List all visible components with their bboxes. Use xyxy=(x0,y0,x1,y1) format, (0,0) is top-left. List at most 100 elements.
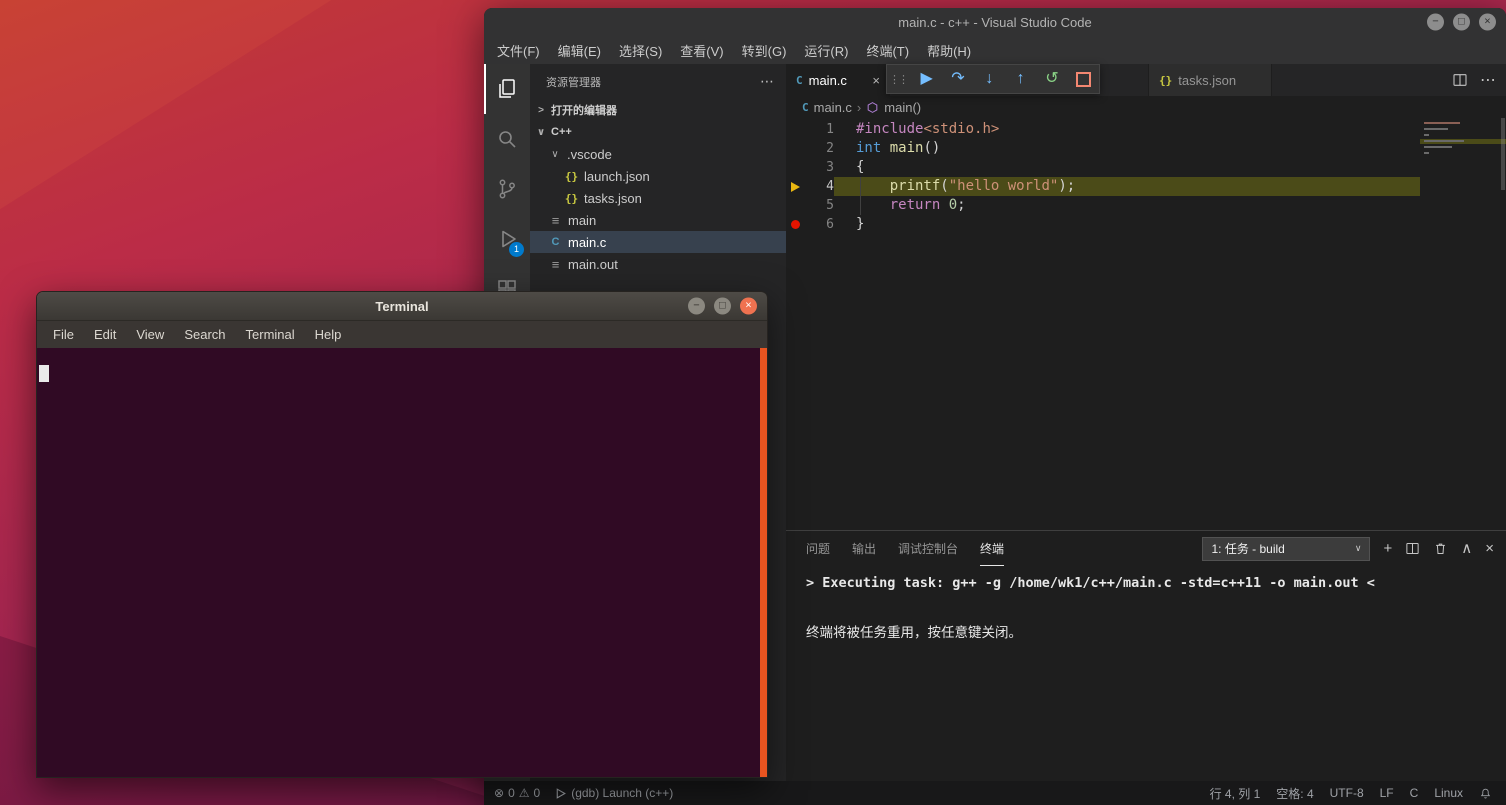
more-actions-icon[interactable]: ⋯ xyxy=(1480,70,1496,90)
chevron-down-icon: ∨ xyxy=(551,148,559,160)
breakpoint-gutter[interactable] xyxy=(786,215,804,234)
menu-item-file[interactable]: File xyxy=(43,327,84,342)
minimize-button[interactable]: − xyxy=(688,297,705,315)
minimize-button[interactable]: − xyxy=(1427,13,1444,31)
menu-item-help[interactable]: Help xyxy=(305,327,352,342)
warning-icon: ⚠ xyxy=(518,786,530,800)
code-line-4-current[interactable]: 4 printf("hello world"); xyxy=(786,177,1420,196)
menu-item-selection[interactable]: 选择(S) xyxy=(610,36,671,64)
notifications-bell-icon[interactable] xyxy=(1479,787,1492,800)
terminal-scrollbar[interactable] xyxy=(760,348,767,777)
menu-item-terminal[interactable]: Terminal xyxy=(236,327,305,342)
code-editor[interactable]: 1 #include<stdio.h> 2 int main() 3 {4 p… xyxy=(786,118,1506,530)
menu-item-view[interactable]: View xyxy=(126,327,174,342)
terminal-titlebar[interactable]: Terminal − □ × xyxy=(37,292,767,321)
code-line-1[interactable]: 1 #include<stdio.h> xyxy=(786,120,1420,139)
vscode-titlebar[interactable]: main.c - c++ - Visual Studio Code − □ × xyxy=(484,8,1506,36)
kill-terminal-icon[interactable] xyxy=(1433,541,1448,556)
code-text: return 0; xyxy=(834,196,1420,215)
breakpoint-icon[interactable] xyxy=(790,220,800,229)
terminal-selector-dropdown[interactable]: 1: 任务 - build ∨ xyxy=(1202,536,1371,561)
tree-item-main-c[interactable]: C main.c xyxy=(530,231,786,253)
panel-tab-output[interactable]: 输出 xyxy=(852,531,876,566)
editor-scrollbar[interactable] xyxy=(1501,118,1505,190)
tab-main-c[interactable]: C main.c × xyxy=(786,64,890,96)
drag-handle-icon[interactable]: ⋮⋮ xyxy=(887,73,911,86)
minimap[interactable] xyxy=(1420,118,1506,530)
menu-item-go[interactable]: 转到(G) xyxy=(733,36,796,64)
run-debug-icon[interactable]: 1 xyxy=(484,214,530,264)
debug-continue-button[interactable]: ▶ xyxy=(911,65,942,93)
status-bar: ⊗ 0 ⚠ 0 (gdb) Launch (c++) 行 4, 列 1 空格: … xyxy=(484,781,1506,805)
breakpoint-gutter[interactable] xyxy=(786,158,804,177)
menu-item-run[interactable]: 运行(R) xyxy=(795,36,857,64)
language-mode-status[interactable]: C xyxy=(1410,786,1419,800)
problems-status[interactable]: ⊗ 0 ⚠ 0 xyxy=(494,786,540,800)
code-lines: 1 #include<stdio.h> 2 int main() 3 {4 p… xyxy=(786,118,1420,530)
maximize-button[interactable]: □ xyxy=(714,297,731,315)
eol-status[interactable]: LF xyxy=(1380,786,1394,800)
debug-stop-button[interactable] xyxy=(1068,71,1099,87)
menu-item-help[interactable]: 帮助(H) xyxy=(918,36,980,64)
indentation-status[interactable]: 空格: 4 xyxy=(1276,785,1313,802)
breadcrumb-symbol[interactable]: main() xyxy=(884,100,921,115)
stop-icon xyxy=(1075,71,1091,87)
code-line-2[interactable]: 2 int main() xyxy=(786,139,1420,158)
tree-item-vscode-folder[interactable]: ∨ .vscode xyxy=(530,143,786,165)
c-file-icon: C xyxy=(796,73,803,87)
menu-item-view[interactable]: 查看(V) xyxy=(671,36,732,64)
cursor-position-status[interactable]: 行 4, 列 1 xyxy=(1210,785,1261,802)
menu-item-search[interactable]: Search xyxy=(174,327,235,342)
menu-item-edit[interactable]: Edit xyxy=(84,327,126,342)
tab-close-icon[interactable]: × xyxy=(872,73,880,88)
menu-item-file[interactable]: 文件(F) xyxy=(488,36,549,64)
breadcrumb-separator: › xyxy=(856,99,862,115)
breakpoint-gutter[interactable] xyxy=(786,196,804,215)
code-line-3[interactable]: 3 { xyxy=(786,158,1420,177)
split-terminal-icon[interactable] xyxy=(1405,541,1420,556)
debug-step-out-button[interactable]: ↑ xyxy=(1005,65,1036,93)
debug-current-line-gutter[interactable] xyxy=(786,177,804,196)
terminal-output[interactable]: > Executing task: g++ -g /home/wk1/c++/m… xyxy=(786,566,1506,781)
tree-item-launch-json[interactable]: {} launch.json xyxy=(530,165,786,187)
code-line-6[interactable]: 6 } xyxy=(786,215,1420,234)
code-line-5[interactable]: 5 return 0; xyxy=(786,196,1420,215)
panel-tab-debug-console[interactable]: 调试控制台 xyxy=(898,531,958,566)
menu-item-edit[interactable]: 编辑(E) xyxy=(549,36,610,64)
open-editors-section[interactable]: > 打开的编辑器 xyxy=(530,99,786,121)
chevron-right-icon: > xyxy=(538,104,544,116)
menu-item-terminal[interactable]: 终端(T) xyxy=(857,36,918,64)
folder-section-cpp[interactable]: ∨ C++ xyxy=(530,121,786,143)
debug-step-over-button[interactable]: ↷ xyxy=(942,65,973,93)
terminal-content[interactable] xyxy=(37,348,767,777)
tree-item-main-out[interactable]: ≡ main.out xyxy=(530,253,786,275)
maximize-panel-icon[interactable]: ∧ xyxy=(1461,541,1472,556)
debug-step-into-button[interactable]: ↓ xyxy=(974,65,1005,93)
close-button[interactable]: × xyxy=(740,297,757,315)
breakpoint-gutter[interactable] xyxy=(786,139,804,158)
os-status[interactable]: Linux xyxy=(1434,786,1463,800)
source-control-icon[interactable] xyxy=(484,164,530,214)
new-terminal-icon[interactable]: + xyxy=(1383,541,1392,556)
split-editor-icon[interactable] xyxy=(1452,72,1468,88)
close-button[interactable]: × xyxy=(1479,13,1496,31)
search-icon[interactable] xyxy=(484,114,530,164)
explorer-icon[interactable] xyxy=(484,64,530,114)
code-token: #include xyxy=(856,121,924,137)
breakpoint-gutter[interactable] xyxy=(786,120,804,139)
maximize-button[interactable]: □ xyxy=(1453,13,1470,31)
code-text: #include<stdio.h> xyxy=(834,120,1420,139)
encoding-status[interactable]: UTF-8 xyxy=(1330,786,1364,800)
panel-tab-terminal[interactable]: 终端 xyxy=(980,531,1005,566)
code-token: <stdio.h> xyxy=(923,121,1000,137)
tab-tasks-json[interactable]: {} tasks.json xyxy=(1148,64,1272,96)
sidebar-title: 资源管理器 xyxy=(546,76,601,89)
debug-launch-status[interactable]: (gdb) Launch (c++) xyxy=(554,786,673,800)
close-panel-icon[interactable]: × xyxy=(1485,541,1494,556)
more-actions-icon[interactable]: ⋯ xyxy=(760,73,774,90)
debug-restart-button[interactable]: ↺ xyxy=(1036,65,1067,93)
tree-item-main[interactable]: ≡ main xyxy=(530,209,786,231)
breadcrumb-file[interactable]: main.c xyxy=(814,100,852,115)
tree-item-tasks-json[interactable]: {} tasks.json xyxy=(530,187,786,209)
panel-tab-problems[interactable]: 问题 xyxy=(806,531,830,566)
